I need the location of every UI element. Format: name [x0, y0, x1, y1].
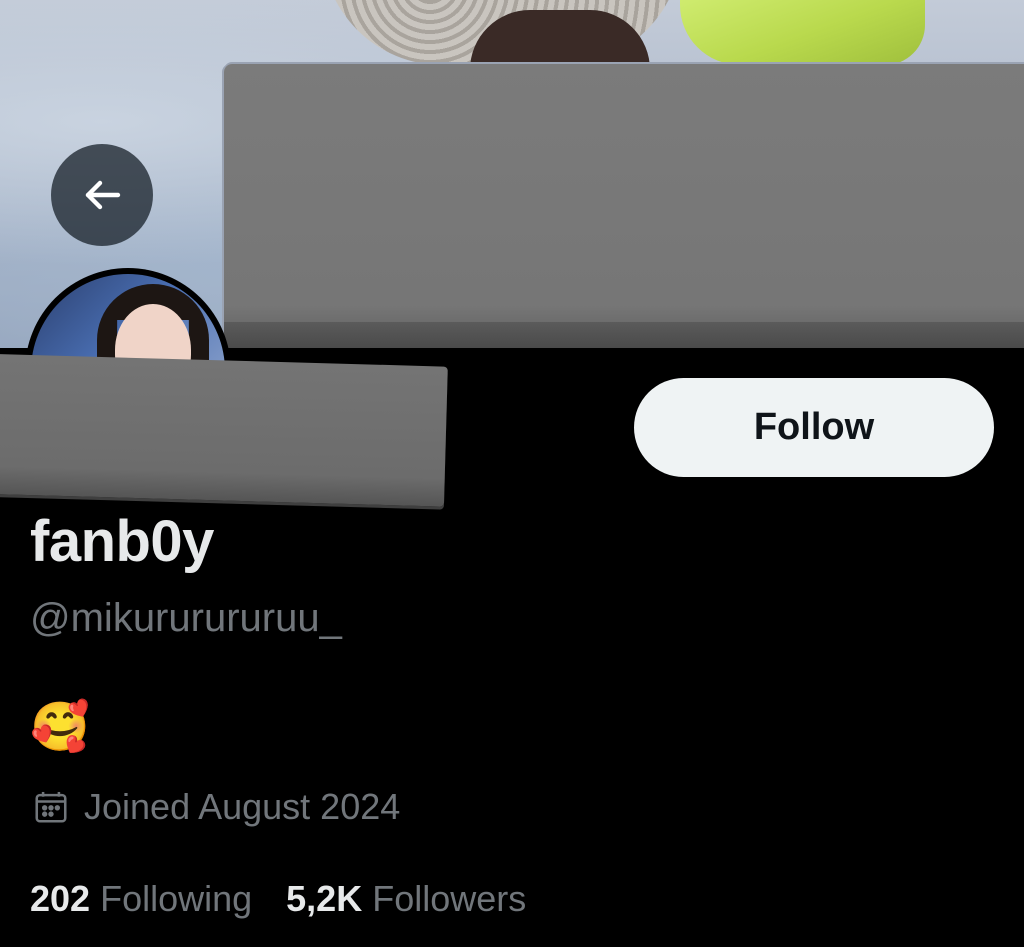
followers-count: 5,2K: [286, 878, 363, 919]
follow-stats: 202 Following 5,2K Followers: [30, 878, 526, 920]
back-arrow-icon: [85, 180, 121, 210]
following-link[interactable]: 202 Following: [30, 878, 252, 920]
followers-label: Followers: [372, 878, 527, 919]
banner-censor-bar: [224, 64, 1024, 348]
user-handle: @mikururururuu_: [30, 596, 342, 640]
following-count: 202: [30, 878, 91, 919]
followers-link[interactable]: 5,2K Followers: [286, 878, 526, 920]
banner-photo-hair: [470, 10, 650, 70]
back-button[interactable]: [51, 144, 153, 246]
profile-bio: 🥰: [30, 701, 90, 754]
follow-button[interactable]: Follow: [634, 378, 994, 477]
joined-date: Joined August 2024: [32, 786, 400, 828]
display-name: fanb0y: [30, 509, 214, 574]
profile-censor-bar: [0, 354, 448, 507]
banner-photo-bag: [680, 0, 925, 65]
profile-page: Follow fanb0y @mikururururuu_ 🥰 Joined A…: [0, 0, 1024, 947]
calendar-icon: [35, 791, 67, 823]
following-label: Following: [100, 878, 253, 919]
joined-date-label: Joined August 2024: [84, 786, 401, 827]
